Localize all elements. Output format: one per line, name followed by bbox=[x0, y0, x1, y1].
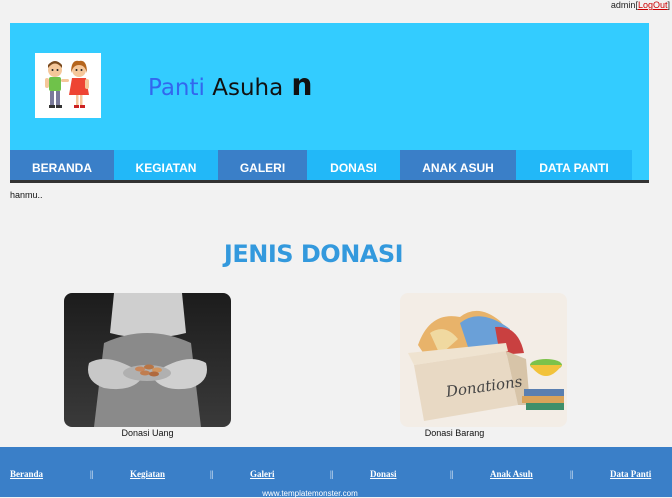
site-title: Panti Asuha n bbox=[148, 68, 313, 103]
logout-link[interactable]: LogOut bbox=[638, 0, 668, 10]
nav-galeri[interactable]: GALERI bbox=[218, 150, 307, 180]
site-logo bbox=[35, 53, 101, 118]
nav-divider bbox=[10, 180, 649, 183]
children-logo-icon bbox=[45, 60, 89, 108]
donasi-barang-caption: Donasi Barang bbox=[424, 428, 485, 438]
header-banner: Panti Asuha n bbox=[10, 23, 649, 150]
donasi-uang-caption: Donasi Uang bbox=[121, 428, 174, 438]
main-nav: BERANDA KEGIATAN GALERI DONASI ANAK ASUH… bbox=[10, 150, 649, 180]
donation-box-icon: Donations bbox=[400, 293, 567, 427]
nav-kegiatan[interactable]: KEGIATAN bbox=[114, 150, 218, 180]
footer: Beranda || Kegiatan || Galeri || Donasi … bbox=[0, 447, 672, 498]
coins-in-hands-icon bbox=[64, 293, 231, 427]
page-heading: JENIS DONASI bbox=[223, 240, 404, 268]
nav-data-panti[interactable]: DATA PANTI bbox=[516, 150, 632, 180]
footer-link-data-panti[interactable]: Data Panti bbox=[610, 469, 651, 479]
donasi-uang-image[interactable] bbox=[64, 293, 231, 427]
footer-link-kegiatan[interactable]: Kegiatan bbox=[130, 469, 165, 479]
nav-beranda[interactable]: BERANDA bbox=[10, 150, 114, 180]
nav-donasi[interactable]: DONASI bbox=[307, 150, 400, 180]
footer-link-anak-asuh[interactable]: Anak Asuh bbox=[490, 469, 533, 479]
user-bar: admin[LogOut] bbox=[610, 0, 670, 10]
scrolling-text: hanmu.. bbox=[10, 190, 43, 200]
username: admin bbox=[610, 0, 636, 10]
nav-anak-asuh[interactable]: ANAK ASUH bbox=[400, 150, 516, 180]
footer-separator: || bbox=[450, 469, 454, 479]
footer-link-beranda[interactable]: Beranda bbox=[10, 469, 43, 479]
footer-separator: || bbox=[330, 469, 334, 479]
footer-link-donasi[interactable]: Donasi bbox=[370, 469, 397, 479]
footer-separator: || bbox=[570, 469, 574, 479]
footer-separator: || bbox=[90, 469, 94, 479]
footer-link-galeri[interactable]: Galeri bbox=[250, 469, 275, 479]
donasi-barang-image[interactable]: Donations bbox=[400, 293, 567, 427]
footer-separator: || bbox=[210, 469, 214, 479]
